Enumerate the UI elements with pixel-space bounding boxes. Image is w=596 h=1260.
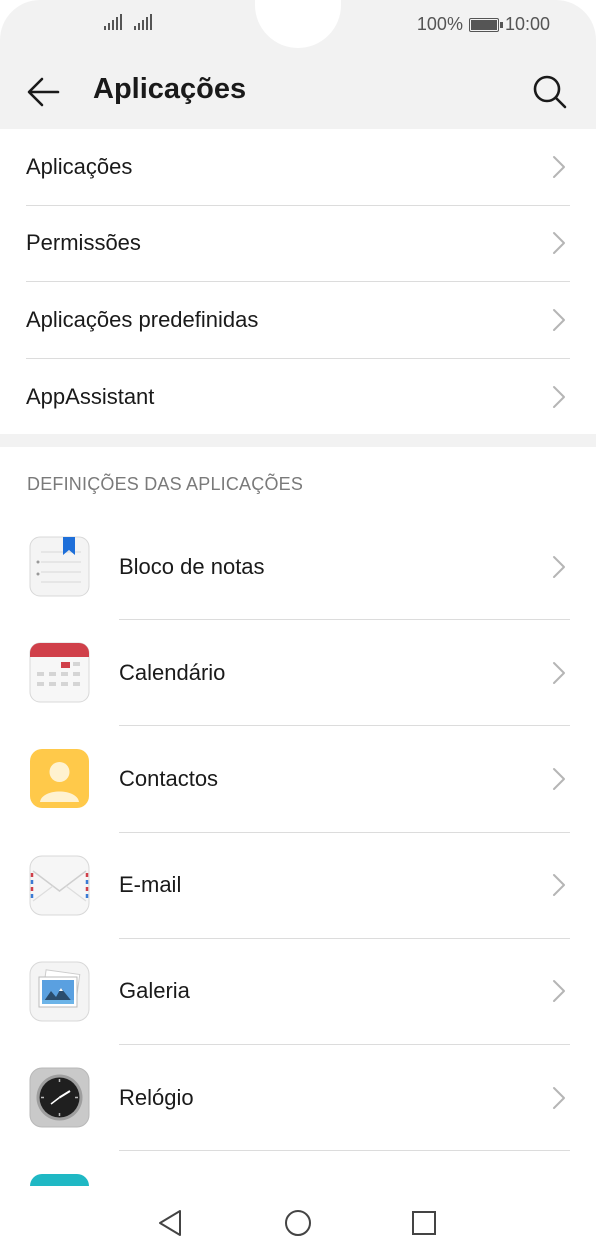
chevron-right-icon xyxy=(553,980,565,1003)
app-settings-list: Bloco de notas Calendário Contactos E-ma… xyxy=(0,514,596,1186)
title-bar: Aplicações xyxy=(0,56,596,129)
chevron-right-icon xyxy=(553,232,565,255)
menu-item-aplicacoes[interactable]: Aplicações xyxy=(26,129,570,206)
chevron-right-icon xyxy=(553,661,565,684)
page-title: Aplicações xyxy=(93,73,247,105)
settings-menu-list: Aplicações Permissões Aplicações predefi… xyxy=(0,129,596,435)
app-row-calendario[interactable]: Calendário xyxy=(0,620,596,727)
battery-percent: 100% xyxy=(416,14,463,34)
menu-item-appassistant[interactable]: AppAssistant xyxy=(26,359,570,436)
chevron-right-icon xyxy=(553,555,565,578)
square-recents-icon xyxy=(412,1211,436,1235)
battery-icon xyxy=(468,17,503,32)
status-right: 100% 10:00 xyxy=(417,14,550,35)
menu-item-label: Aplicações xyxy=(26,153,133,179)
camera-notch xyxy=(255,0,341,48)
app-label: Contactos xyxy=(119,765,219,791)
signal-indicators xyxy=(104,14,152,30)
app-row-bloco-de-notas[interactable]: Bloco de notas xyxy=(0,514,596,621)
app-label: E-mail xyxy=(119,872,182,898)
app-label: Galeria xyxy=(119,978,190,1004)
circle-home-icon xyxy=(285,1210,311,1236)
arrow-left-icon xyxy=(27,77,60,107)
app-label: Bloco de notas xyxy=(119,553,265,579)
app-row-partial[interactable] xyxy=(0,1151,596,1186)
navigation-bar xyxy=(0,1186,596,1260)
menu-item-label: Aplicações predefinidas xyxy=(26,306,259,332)
back-button[interactable] xyxy=(24,72,64,112)
app-label: Calendário xyxy=(119,659,226,685)
app-icon-partial xyxy=(29,1173,90,1186)
menu-item-label: AppAssistant xyxy=(26,383,155,409)
contacts-icon xyxy=(29,748,90,809)
chevron-right-icon xyxy=(553,767,565,790)
section-header: DEFINIÇÕES DAS APLICAÇÕES xyxy=(27,474,304,494)
app-row-galeria[interactable]: Galeria xyxy=(0,939,596,1045)
signal-icon xyxy=(104,14,122,30)
clock-icon xyxy=(29,1067,90,1128)
triangle-back-icon xyxy=(159,1210,181,1236)
calendar-icon xyxy=(29,642,90,703)
status-bar: 100% 10:00 xyxy=(0,0,596,56)
chevron-right-icon xyxy=(553,874,565,897)
search-button[interactable] xyxy=(530,72,570,112)
app-row-relogio[interactable]: Relógio xyxy=(0,1045,596,1152)
section-divider xyxy=(0,434,596,447)
email-icon xyxy=(29,855,90,916)
app-row-email[interactable]: E-mail xyxy=(0,833,596,939)
phone-screen: 100% 10:00 Aplicações Aplicações Permiss… xyxy=(0,0,596,1260)
nav-back-button[interactable] xyxy=(154,1206,188,1240)
clock-time: 10:00 xyxy=(504,14,550,34)
search-icon xyxy=(533,75,567,109)
app-row-contactos[interactable]: Contactos xyxy=(0,726,596,833)
menu-item-aplicacoes-predefinidas[interactable]: Aplicações predefinidas xyxy=(26,282,570,359)
app-label: Relógio xyxy=(119,1084,194,1110)
notepad-icon xyxy=(29,536,90,597)
chevron-right-icon xyxy=(553,155,565,178)
menu-item-permissoes[interactable]: Permissões xyxy=(26,206,570,282)
chevron-right-icon xyxy=(553,308,565,331)
gallery-icon xyxy=(29,961,90,1022)
menu-item-label: Permissões xyxy=(26,230,141,256)
signal-icon xyxy=(134,14,152,30)
chevron-right-icon xyxy=(553,385,565,408)
nav-recents-button[interactable] xyxy=(407,1206,441,1240)
chevron-right-icon xyxy=(553,1086,565,1109)
nav-home-button[interactable] xyxy=(281,1206,315,1240)
